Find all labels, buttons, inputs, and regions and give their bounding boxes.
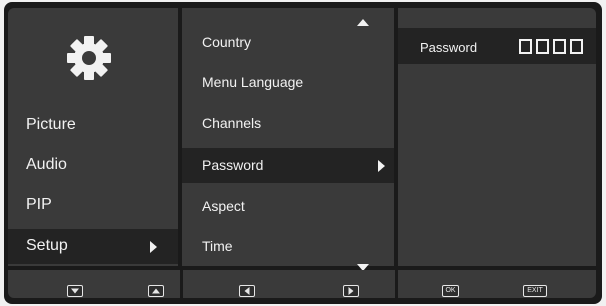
gear-icon: [67, 36, 111, 80]
submenu-item-password[interactable]: Password: [202, 157, 263, 173]
password-digit-box[interactable]: [519, 39, 532, 54]
password-digit-box[interactable]: [536, 39, 549, 54]
submenu-item-country[interactable]: Country: [202, 34, 251, 50]
menu-item-picture[interactable]: Picture: [26, 116, 76, 134]
submenu-item-channels[interactable]: Channels: [202, 115, 261, 131]
submenu-item-menu-language[interactable]: Menu Language: [202, 74, 303, 90]
submenu-arrow-icon: [378, 160, 385, 172]
submenu-item-aspect[interactable]: Aspect: [202, 198, 245, 214]
password-label: Password: [420, 40, 478, 55]
bar-divider: [395, 270, 398, 298]
submenu-arrow-icon: [150, 241, 157, 253]
bar-divider: [180, 270, 183, 298]
menu-item-pip[interactable]: PIP: [26, 196, 52, 214]
password-digit-box[interactable]: [570, 39, 583, 54]
right-key-icon[interactable]: [343, 285, 359, 297]
submenu-item-time[interactable]: Time: [202, 238, 233, 254]
exit-key-icon[interactable]: EXIT: [523, 285, 547, 297]
down-key-icon[interactable]: [67, 285, 83, 297]
ok-key-icon[interactable]: OK: [442, 285, 459, 297]
tv-osd-frame: Picture Audio PIP Setup Country Menu Lan…: [0, 0, 606, 306]
up-key-icon[interactable]: [148, 285, 164, 297]
key-hint-bar: [8, 270, 596, 298]
left-key-icon[interactable]: [239, 285, 255, 297]
arrow-up-icon[interactable]: [357, 19, 369, 26]
menu-item-audio[interactable]: Audio: [26, 156, 67, 174]
password-digit-box[interactable]: [553, 39, 566, 54]
menu-item-setup[interactable]: Setup: [26, 237, 68, 255]
